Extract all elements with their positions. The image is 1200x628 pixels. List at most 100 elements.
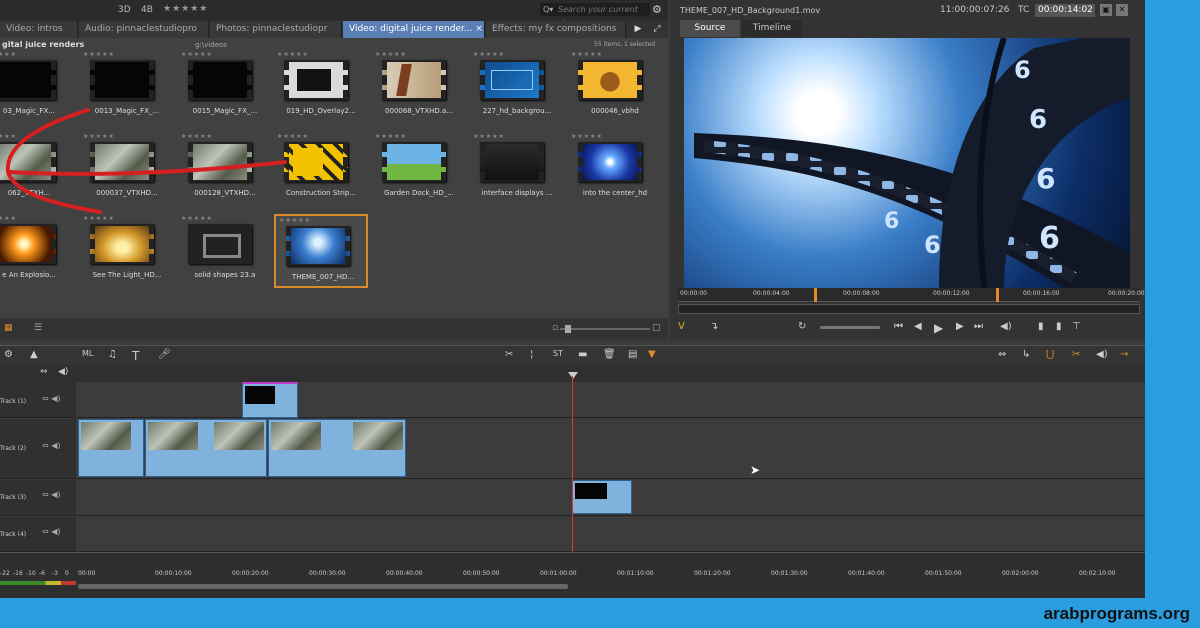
library-item[interactable]: ★★★★★ 000128_VTXHD...: [178, 132, 272, 206]
item-rating[interactable]: ★★★★★: [181, 51, 213, 58]
library-item[interactable]: ★★★★★ e An Explosio...: [0, 214, 76, 288]
tab-source[interactable]: Source: [680, 20, 740, 37]
track-visibility-icon[interactable]: ⇔ ◀): [42, 490, 61, 499]
library-item[interactable]: ★★★★★ Construction Strip...: [274, 132, 368, 206]
library-item[interactable]: ★★★★★ 0013_Magic_FX_...: [80, 50, 174, 124]
master-volume-icon[interactable]: ◀): [58, 367, 68, 377]
timeline-scrollbar[interactable]: [78, 584, 568, 589]
record-voice-icon[interactable]: 🎤︎: [158, 349, 171, 360]
tab-audio[interactable]: Audio: pinnaclestudiopro: [79, 21, 209, 38]
item-rating[interactable]: ★★★★★: [181, 133, 213, 140]
go-to-start-icon[interactable]: ⏮: [894, 321, 903, 332]
mark-out-marker[interactable]: [996, 288, 999, 302]
mixer-icon[interactable]: ML: [82, 349, 93, 358]
tab-effects[interactable]: Effects: my fx compositions: [486, 21, 626, 38]
mark-in-icon[interactable]: ▮: [1038, 321, 1044, 332]
library-item[interactable]: ★★★★★ 03_Magic_FX...: [0, 50, 76, 124]
item-rating[interactable]: ★★★★★: [277, 133, 309, 140]
library-item[interactable]: ★★★★★ 000068_VTXHD.a...: [372, 50, 466, 124]
insert-icon[interactable]: ⊤: [1072, 321, 1081, 332]
item-rating[interactable]: ★★★★★: [83, 215, 115, 222]
library-item[interactable]: ★★★★★ 000046_vbhd: [568, 50, 662, 124]
delete-icon[interactable]: 🗑︎: [603, 349, 616, 360]
timeline-clip[interactable]: [572, 480, 632, 514]
library-item[interactable]: ★★★★★ 000037_VTXHD...: [80, 132, 174, 206]
library-item[interactable]: ★★★★★ 019_HD_Overlay2...: [274, 50, 368, 124]
list-view-icon[interactable]: ☰: [34, 323, 42, 333]
playhead[interactable]: [572, 376, 573, 568]
razor-icon[interactable]: ¦: [530, 349, 533, 360]
step-back-icon[interactable]: ◀: [914, 321, 922, 332]
mark-in-marker[interactable]: [814, 288, 817, 302]
tab-video-intros[interactable]: Video: intros: [0, 21, 78, 38]
item-rating[interactable]: ★★★★★: [375, 51, 407, 58]
step-forward-icon[interactable]: ▶: [956, 321, 964, 332]
track-lane[interactable]: [78, 419, 1145, 479]
item-rating[interactable]: ★★★★★: [571, 133, 603, 140]
close-icon[interactable]: ×: [475, 24, 483, 34]
timeline-clip[interactable]: [268, 419, 406, 477]
library-item[interactable]: ★★★★★ 062_VTXH...: [0, 132, 76, 206]
mute-icon[interactable]: ◀): [1096, 349, 1108, 360]
mode-4b-button[interactable]: 4B: [141, 5, 153, 15]
library-item[interactable]: ★★★★★ Garden Dock_HD_...: [372, 132, 466, 206]
mark-out-icon[interactable]: ▮: [1056, 321, 1062, 332]
item-rating[interactable]: ★★★★★: [0, 133, 17, 140]
thumbnail-size-slider[interactable]: [560, 328, 650, 330]
item-rating[interactable]: ★★★★★: [181, 215, 213, 222]
player-ruler[interactable]: 00:00:00 00:00:04:00 00:00:08:00 00:00:1…: [678, 288, 1145, 302]
item-rating[interactable]: ★★★★★: [0, 215, 17, 222]
marker-icon[interactable]: ▼: [648, 349, 656, 360]
library-item[interactable]: ★★★★★ solid shapes 23.a: [178, 214, 272, 288]
fullscreen-icon[interactable]: ▣: [1100, 4, 1112, 16]
arrow-icon[interactable]: →: [1120, 349, 1128, 360]
timeline-clip[interactable]: [78, 419, 144, 477]
track-visibility-icon[interactable]: ⇔ ◀): [42, 527, 61, 536]
timeline-clip[interactable]: [242, 382, 298, 418]
item-rating[interactable]: ★★★★★: [83, 133, 115, 140]
timecode-field[interactable]: 00:00:14:02: [1035, 4, 1095, 17]
add-tab-icon[interactable]: ⤢: [646, 21, 668, 38]
library-item[interactable]: ★★★★★ See The Light_HD...: [80, 214, 174, 288]
storyboard-icon[interactable]: ▲: [30, 349, 38, 360]
track-header[interactable]: Track (1) ⇔ ◀): [0, 382, 76, 418]
title-icon[interactable]: T: [132, 349, 139, 363]
go-to-end-icon[interactable]: ⏭: [974, 321, 983, 332]
link-icon[interactable]: ⇔: [40, 367, 48, 377]
track-header[interactable]: Track (2) ⇔ ◀): [0, 419, 76, 479]
mode-3d-button[interactable]: 3D: [118, 5, 131, 15]
library-item[interactable]: ★★★★★ interface displays ...: [470, 132, 564, 206]
thumbnail-size-knob[interactable]: [565, 325, 571, 333]
item-rating[interactable]: ★★★★★: [473, 51, 505, 58]
track-visibility-icon[interactable]: ⇔ ◀): [42, 441, 61, 450]
search-input[interactable]: Q▾ Search your current view: [540, 3, 650, 27]
close-window-icon[interactable]: ✕: [1116, 4, 1128, 16]
item-rating[interactable]: ★★★★★: [83, 51, 115, 58]
rating-filter[interactable]: ★★★★★: [163, 4, 208, 14]
timeline-clip[interactable]: [145, 419, 267, 477]
library-item[interactable]: ★★★★★ 227_hd_backgrou...: [470, 50, 564, 124]
tab-video-digital-juice[interactable]: Video: digital juice render... ×: [343, 21, 485, 38]
send-to-timeline-icon[interactable]: ↴: [710, 321, 718, 332]
mark-icon[interactable]: V: [678, 321, 685, 332]
loop-icon[interactable]: ↻: [798, 321, 806, 332]
grid-view-icon[interactable]: ▦: [4, 323, 13, 333]
item-rating[interactable]: ★★★★★: [277, 51, 309, 58]
library-item[interactable]: ★★★★★ into the center_hd: [568, 132, 662, 206]
track-header[interactable]: Track (4) ⇔ ◀): [0, 517, 76, 552]
ripple-icon[interactable]: ↳: [1022, 349, 1030, 360]
trim-icon[interactable]: ⇔: [998, 349, 1006, 360]
film-icon[interactable]: ▬: [578, 349, 587, 360]
volume-icon[interactable]: ◀): [1000, 321, 1012, 332]
track-lane[interactable]: [78, 382, 1145, 418]
jog-wheel[interactable]: [820, 326, 880, 329]
gear-icon[interactable]: ⚙: [652, 3, 662, 16]
item-rating[interactable]: ★★★★★: [375, 133, 407, 140]
item-rating[interactable]: ★★★★★: [571, 51, 603, 58]
track-lane[interactable]: [78, 517, 1145, 552]
track-visibility-icon[interactable]: ⇔ ◀): [42, 394, 61, 403]
tab-timeline[interactable]: Timeline: [742, 20, 802, 37]
snap-icon[interactable]: ST: [553, 349, 563, 358]
track-header[interactable]: Track (3) ⇔ ◀): [0, 480, 76, 516]
item-rating[interactable]: ★★★★★: [0, 51, 17, 58]
